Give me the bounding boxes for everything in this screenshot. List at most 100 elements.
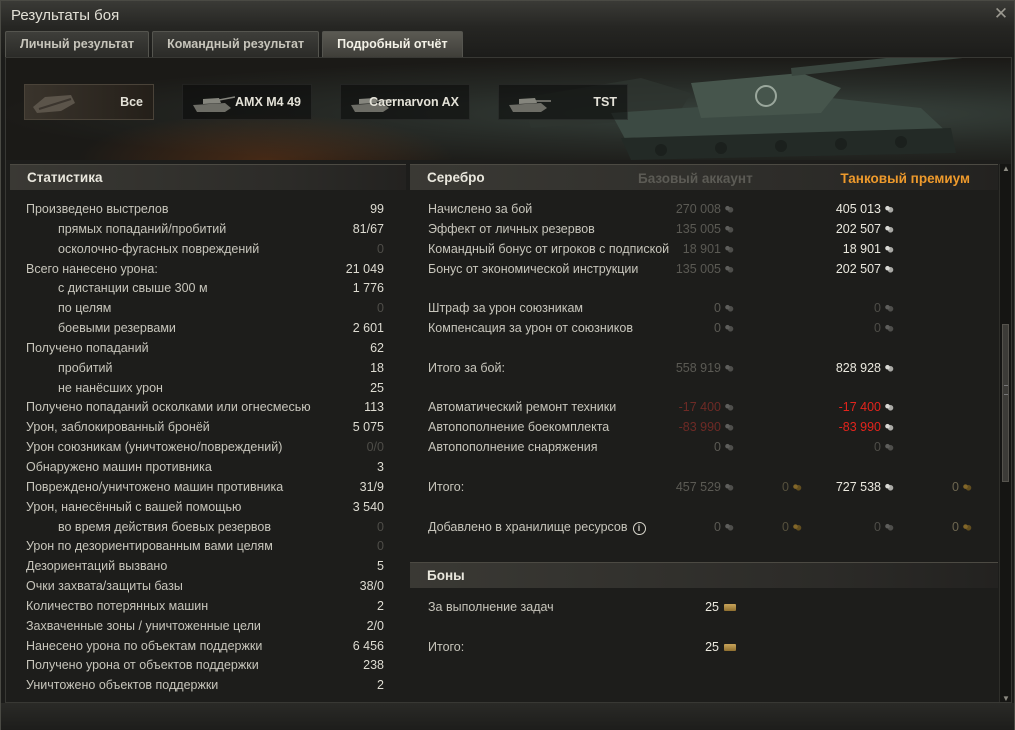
stat-value: 0 <box>377 241 384 256</box>
credit-row: Автопополнение снаряжения 0 0 <box>410 438 998 458</box>
stat-label: прямых попаданий/пробитий <box>58 221 227 236</box>
base-credit-value: 0 <box>714 321 734 335</box>
premium-gold-value: 0 <box>952 480 972 494</box>
credit-label: Начислено за бой <box>428 202 532 216</box>
stat-row: Урон, заблокированный бронёй 5 075 <box>10 418 406 438</box>
premium-credit-number: 0 <box>874 321 881 336</box>
vehicle-tab-amx-m4-49[interactable]: AMX M4 49 <box>182 84 312 120</box>
stat-label: пробитий <box>58 360 113 375</box>
stat-label: Получено попаданий <box>26 340 149 355</box>
statistics-header: Статистика <box>10 164 406 190</box>
silver-icon <box>884 224 894 233</box>
base-credit-number: 0 <box>714 519 721 534</box>
stat-value: 3 540 <box>352 499 384 514</box>
credit-label-text: Компенсация за урон от союзников <box>428 321 633 336</box>
vehicle-tab-tst[interactable]: TST <box>498 84 628 120</box>
premium-credit-number: 18 901 <box>842 241 881 256</box>
stat-label: Дезориентаций вызвано <box>26 559 168 574</box>
scroll-down-arrow-icon[interactable]: ▼ <box>1001 694 1011 702</box>
tab-personal-result[interactable]: Личный результат <box>5 31 150 57</box>
gold-icon <box>962 522 972 531</box>
stat-label: во время действия боевых резервов <box>58 519 272 534</box>
stat-value: 0 <box>377 519 384 534</box>
credit-row: Начислено за бой 270 008 405 013 <box>410 200 998 220</box>
silver-icon <box>884 304 894 313</box>
silver-icon <box>884 244 894 253</box>
info-icon[interactable]: i <box>632 521 646 535</box>
banner-glow <box>76 113 456 160</box>
silver-icon <box>884 363 894 372</box>
title-bar[interactable]: Результаты боя ✕ <box>1 1 1014 29</box>
stat-row: прямых попаданий/пробитий 81/67 <box>10 220 406 240</box>
vehicle-banner: Все AMX M4 49 Caernarvon AX TST <box>6 58 1011 160</box>
silver-icon <box>724 423 734 432</box>
stat-row: боевыми резервами 2 601 <box>10 319 406 339</box>
row-spacer <box>410 458 998 478</box>
silver-icon <box>884 482 894 491</box>
base-credit-number: 558 919 <box>675 360 721 375</box>
silver-icon <box>884 264 894 273</box>
base-credit-number: 135 005 <box>675 261 721 276</box>
base-credit-number: 0 <box>714 321 721 336</box>
vehicle-tab-caernarvon-ax[interactable]: Caernarvon AX <box>340 84 470 120</box>
base-credit-number: 457 529 <box>675 479 721 494</box>
vehicle-tab-all[interactable]: Все <box>24 84 154 120</box>
vehicle-tab-label: Все <box>120 95 143 109</box>
vehicle-tab-label: Caernarvon AX <box>369 95 459 109</box>
gold-icon <box>792 522 802 531</box>
statistics-list: Произведено выстрелов 99 прямых попаданий/… <box>10 200 406 696</box>
stat-value: 2 601 <box>352 321 384 336</box>
stat-row: Урон по дезориентированным вами целям 0 <box>10 537 406 557</box>
credits-panel: Серебро Базовый аккаунт Танковый премиум… <box>410 164 998 702</box>
credit-label: Автоматический ремонт техники <box>428 400 616 414</box>
silver-icon <box>724 264 734 273</box>
premium-credit-value: 18 901 <box>843 242 894 256</box>
stat-label: осколочно-фугасных повреждений <box>58 241 260 256</box>
silver-icon <box>884 522 894 531</box>
credit-row: Компенсация за урон от союзников 0 0 <box>410 319 998 339</box>
silver-icon <box>724 304 734 313</box>
stat-label: Получено попаданий осколками или огнесме… <box>26 400 311 415</box>
stat-value: 2 <box>377 598 384 613</box>
scrollbar[interactable]: ▲ ▼ <box>999 164 1011 702</box>
stat-label: по целям <box>58 301 112 316</box>
stat-row: не нанёсших урон 25 <box>10 379 406 399</box>
scroll-up-arrow-icon[interactable]: ▲ <box>1001 164 1011 174</box>
stat-label: Получено урона от объектов поддержки <box>26 658 259 673</box>
credit-label-text: Бонус от экономической инструкции <box>428 261 639 276</box>
base-credit-number: -17 400 <box>678 400 721 415</box>
close-icon[interactable]: ✕ <box>992 5 1010 23</box>
battle-results-window: Результаты боя ✕ Личный результат Команд… <box>0 0 1015 730</box>
tab-detailed-report[interactable]: Подробный отчёт <box>322 31 463 57</box>
bond-icon <box>724 644 736 651</box>
tab-team-result[interactable]: Командный результат <box>152 31 320 57</box>
silver-icon <box>724 244 734 253</box>
scroll-thumb[interactable] <box>1002 324 1009 482</box>
tank-icon <box>193 96 235 112</box>
premium-credit-number: -17 400 <box>838 400 881 415</box>
premium-credit-value: 0 <box>874 440 894 454</box>
base-credit-value: -83 990 <box>679 420 734 434</box>
stat-value: 18 <box>370 360 384 375</box>
grip-icon <box>1004 385 1008 395</box>
premium-credit-value: 405 013 <box>836 202 894 216</box>
stat-row: Нанесено урона по объектам поддержки 6 45… <box>10 637 406 657</box>
bond-label: За выполнение задач <box>428 600 554 614</box>
credit-row: Штраф за урон союзникам 0 0 <box>410 299 998 319</box>
stat-value: 2/0 <box>366 618 384 633</box>
silver-icon <box>884 443 894 452</box>
premium-credit-value: 0 <box>874 520 894 534</box>
stat-label: Урон, нанесённый с вашей помощью <box>26 499 242 514</box>
gold-icon <box>792 482 802 491</box>
stat-label: Урон по дезориентированным вами целям <box>26 539 273 554</box>
stat-row: Очки захвата/защиты базы 38/0 <box>10 577 406 597</box>
stat-row: Урон союзникам (уничтожено/повреждений) 0… <box>10 438 406 458</box>
stat-row: Всего нанесено урона: 21 049 <box>10 260 406 280</box>
stat-row: Получено урона от объектов поддержки 238 <box>10 656 406 676</box>
base-credit-value: 457 529 <box>676 480 734 494</box>
premium-credit-number: 0 <box>874 519 881 534</box>
base-credit-value: 0 <box>714 301 734 315</box>
premium-credit-value: 828 928 <box>836 361 894 375</box>
stat-row: с дистанции свыше 300 м 1 776 <box>10 279 406 299</box>
credit-label-text: Штраф за урон союзникам <box>428 301 584 316</box>
